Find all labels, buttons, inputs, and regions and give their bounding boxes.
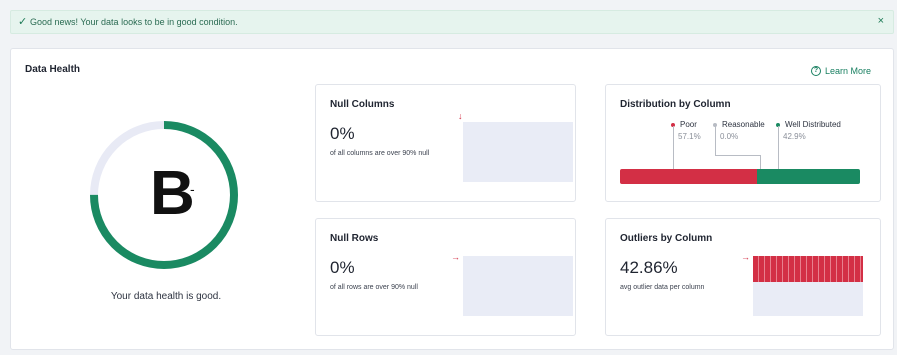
card-title: Outliers by Column	[620, 233, 713, 244]
distribution-bar	[620, 169, 860, 184]
card-title: Distribution by Column	[620, 99, 731, 110]
null-columns-value: 0%	[330, 124, 355, 143]
data-health-panel: Data Health ? Learn More B - Your data h…	[10, 48, 894, 350]
check-icon: ✓	[18, 16, 28, 28]
null-columns-chart	[463, 122, 573, 182]
leader-line-reasonable-v2	[760, 155, 761, 169]
legend-well-distributed: Well Distributed	[776, 120, 841, 129]
legend-label: Poor	[680, 120, 697, 129]
null-rows-caption: of all rows are over 90% null	[330, 284, 418, 291]
banner-message: Good news! Your data looks to be in good…	[30, 17, 238, 27]
outliers-chart	[753, 256, 863, 316]
close-icon[interactable]: ×	[878, 15, 884, 27]
null-rows-value: 0%	[330, 258, 355, 277]
leader-line-reasonable-h	[715, 155, 760, 156]
null-rows-card: Null Rows 0% of all rows are over 90% nu…	[315, 218, 576, 336]
null-rows-chart	[463, 256, 573, 316]
leader-line-poor	[673, 126, 674, 169]
health-grade-modifier: -	[190, 181, 195, 197]
legend-label: Reasonable	[722, 120, 765, 129]
success-banner: ✓ Good news! Your data looks to be in go…	[10, 10, 894, 34]
card-title: Null Rows	[330, 233, 379, 244]
help-circle-icon: ?	[810, 66, 821, 76]
null-columns-caption: of all columns are over 90% null	[330, 150, 430, 157]
arrow-right-icon: →	[741, 252, 750, 262]
health-grade: B	[150, 159, 195, 228]
legend-value-reasonable: 0.0%	[720, 132, 739, 141]
card-title: Null Columns	[330, 99, 395, 110]
leader-line-well-distributed	[778, 126, 779, 169]
outliers-card: Outliers by Column 42.86% avg outlier da…	[605, 218, 881, 336]
outliers-value: 42.86%	[620, 258, 678, 277]
legend-value-poor: 57.1%	[678, 132, 701, 141]
legend-reasonable: Reasonable	[713, 120, 765, 129]
learn-more-label: Learn More	[824, 66, 871, 76]
outliers-fill	[753, 256, 863, 282]
legend-value-well-distributed: 42.9%	[783, 132, 806, 141]
arrow-right-icon: →	[451, 252, 460, 262]
learn-more-link[interactable]: ? Learn More	[810, 66, 871, 76]
outliers-caption: avg outlier data per column	[620, 284, 705, 291]
legend-label: Well Distributed	[785, 120, 841, 129]
distribution-segment-poor	[620, 169, 758, 184]
health-summary: Your data health is good.	[110, 291, 222, 302]
leader-line-reasonable-v	[715, 126, 716, 155]
distribution-segment-well-distributed	[757, 169, 860, 184]
distribution-card: Distribution by Column Poor 57.1% Reason…	[605, 84, 881, 202]
legend-poor: Poor	[671, 120, 697, 129]
panel-title: Data Health	[25, 64, 81, 75]
arrow-down-icon: ↓	[458, 111, 463, 121]
null-columns-card: Null Columns 0% of all columns are over …	[315, 84, 576, 202]
